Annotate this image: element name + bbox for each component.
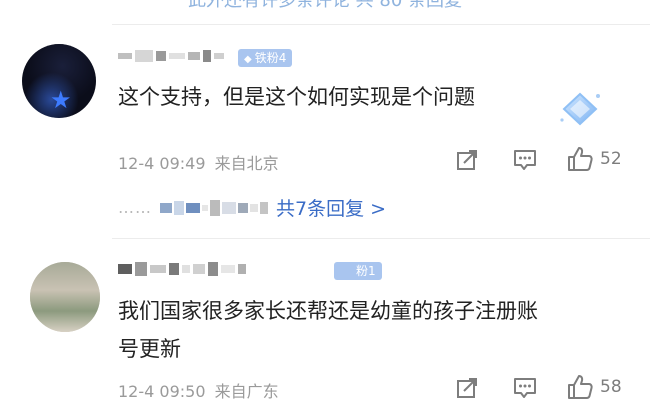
comment-text-line-1: 我们国家很多家长还帮还是幼童的孩子注册账 bbox=[118, 299, 538, 323]
comment-button[interactable] bbox=[512, 376, 538, 400]
fan-badge: 粉1 bbox=[334, 262, 382, 280]
comment-text: 这个支持，但是这个如何实现是个问题 bbox=[118, 85, 475, 109]
like-count: 52 bbox=[600, 149, 622, 169]
comment-time: 12-4 09:49 bbox=[118, 154, 206, 173]
comment-location: 来自广东 bbox=[214, 382, 279, 401]
thumbs-up-icon bbox=[568, 147, 593, 171]
comment-meta: 12-4 09:49 来自北京 bbox=[118, 150, 279, 174]
repost-icon bbox=[457, 150, 477, 170]
repost-icon bbox=[457, 378, 477, 398]
comment-meta: 12-4 09:50 来自广东 bbox=[118, 378, 279, 402]
avatar[interactable]: ★ bbox=[22, 44, 96, 118]
comment-button[interactable] bbox=[512, 148, 538, 172]
fan-badge: ◆ 铁粉4 bbox=[238, 49, 293, 67]
like-count: 58 bbox=[600, 377, 622, 397]
view-replies[interactable]: …… 共7条回复 > bbox=[118, 194, 386, 221]
comment-location: 来自北京 bbox=[214, 154, 279, 173]
reply-avatars-obscured bbox=[160, 199, 268, 216]
comment-icon bbox=[514, 378, 536, 398]
diamond-icon: ◆ bbox=[244, 54, 252, 65]
comment-icon bbox=[514, 150, 536, 170]
diamond-sticker-icon bbox=[560, 92, 600, 126]
replies-link[interactable]: 共7条回复 > bbox=[276, 194, 386, 221]
divider bbox=[112, 24, 650, 25]
avatar[interactable] bbox=[30, 262, 100, 332]
fan-badge-label: 粉1 bbox=[356, 264, 376, 278]
comment-time: 12-4 09:50 bbox=[118, 382, 206, 401]
thumbs-up-icon bbox=[568, 375, 593, 399]
divider bbox=[112, 238, 650, 239]
reply-ellipsis: …… bbox=[118, 198, 152, 217]
username-obscured[interactable] bbox=[118, 50, 224, 62]
username-obscured[interactable] bbox=[118, 262, 246, 276]
top-banner: 此外还有许多条评论 共 80 条回复 bbox=[187, 0, 463, 11]
repost-button[interactable] bbox=[455, 376, 479, 400]
fan-badge-label: 铁粉4 bbox=[254, 51, 287, 65]
comment-text-line-2: 号更新 bbox=[118, 337, 181, 361]
star-icon: ★ bbox=[50, 86, 72, 114]
like-button[interactable]: 52 bbox=[566, 145, 622, 173]
repost-button[interactable] bbox=[455, 148, 479, 172]
like-button[interactable]: 58 bbox=[566, 373, 622, 401]
